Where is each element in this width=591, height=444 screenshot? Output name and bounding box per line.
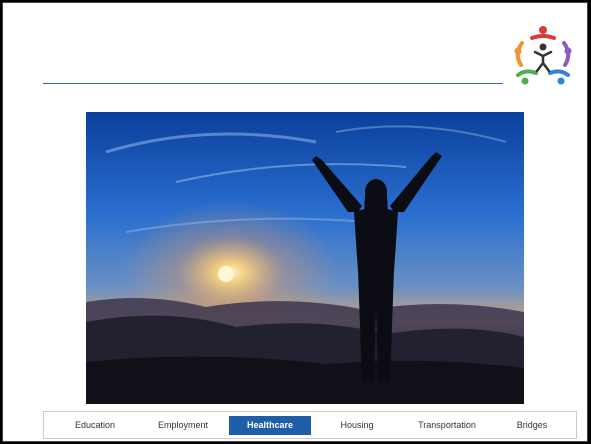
people-circle-logo [506,21,580,95]
hero-photo [86,112,524,404]
header-rule [43,83,503,84]
nav-item-transportation[interactable]: Transportation [402,416,492,435]
topic-nav: Education Employment Healthcare Housing … [43,411,577,439]
nav-item-housing[interactable]: Housing [314,416,400,435]
nav-item-bridges[interactable]: Bridges [494,416,570,435]
nav-item-employment[interactable]: Employment [140,416,226,435]
nav-item-healthcare[interactable]: Healthcare [229,416,311,435]
nav-item-education[interactable]: Education [52,416,138,435]
slide: Education Employment Healthcare Housing … [2,2,588,442]
